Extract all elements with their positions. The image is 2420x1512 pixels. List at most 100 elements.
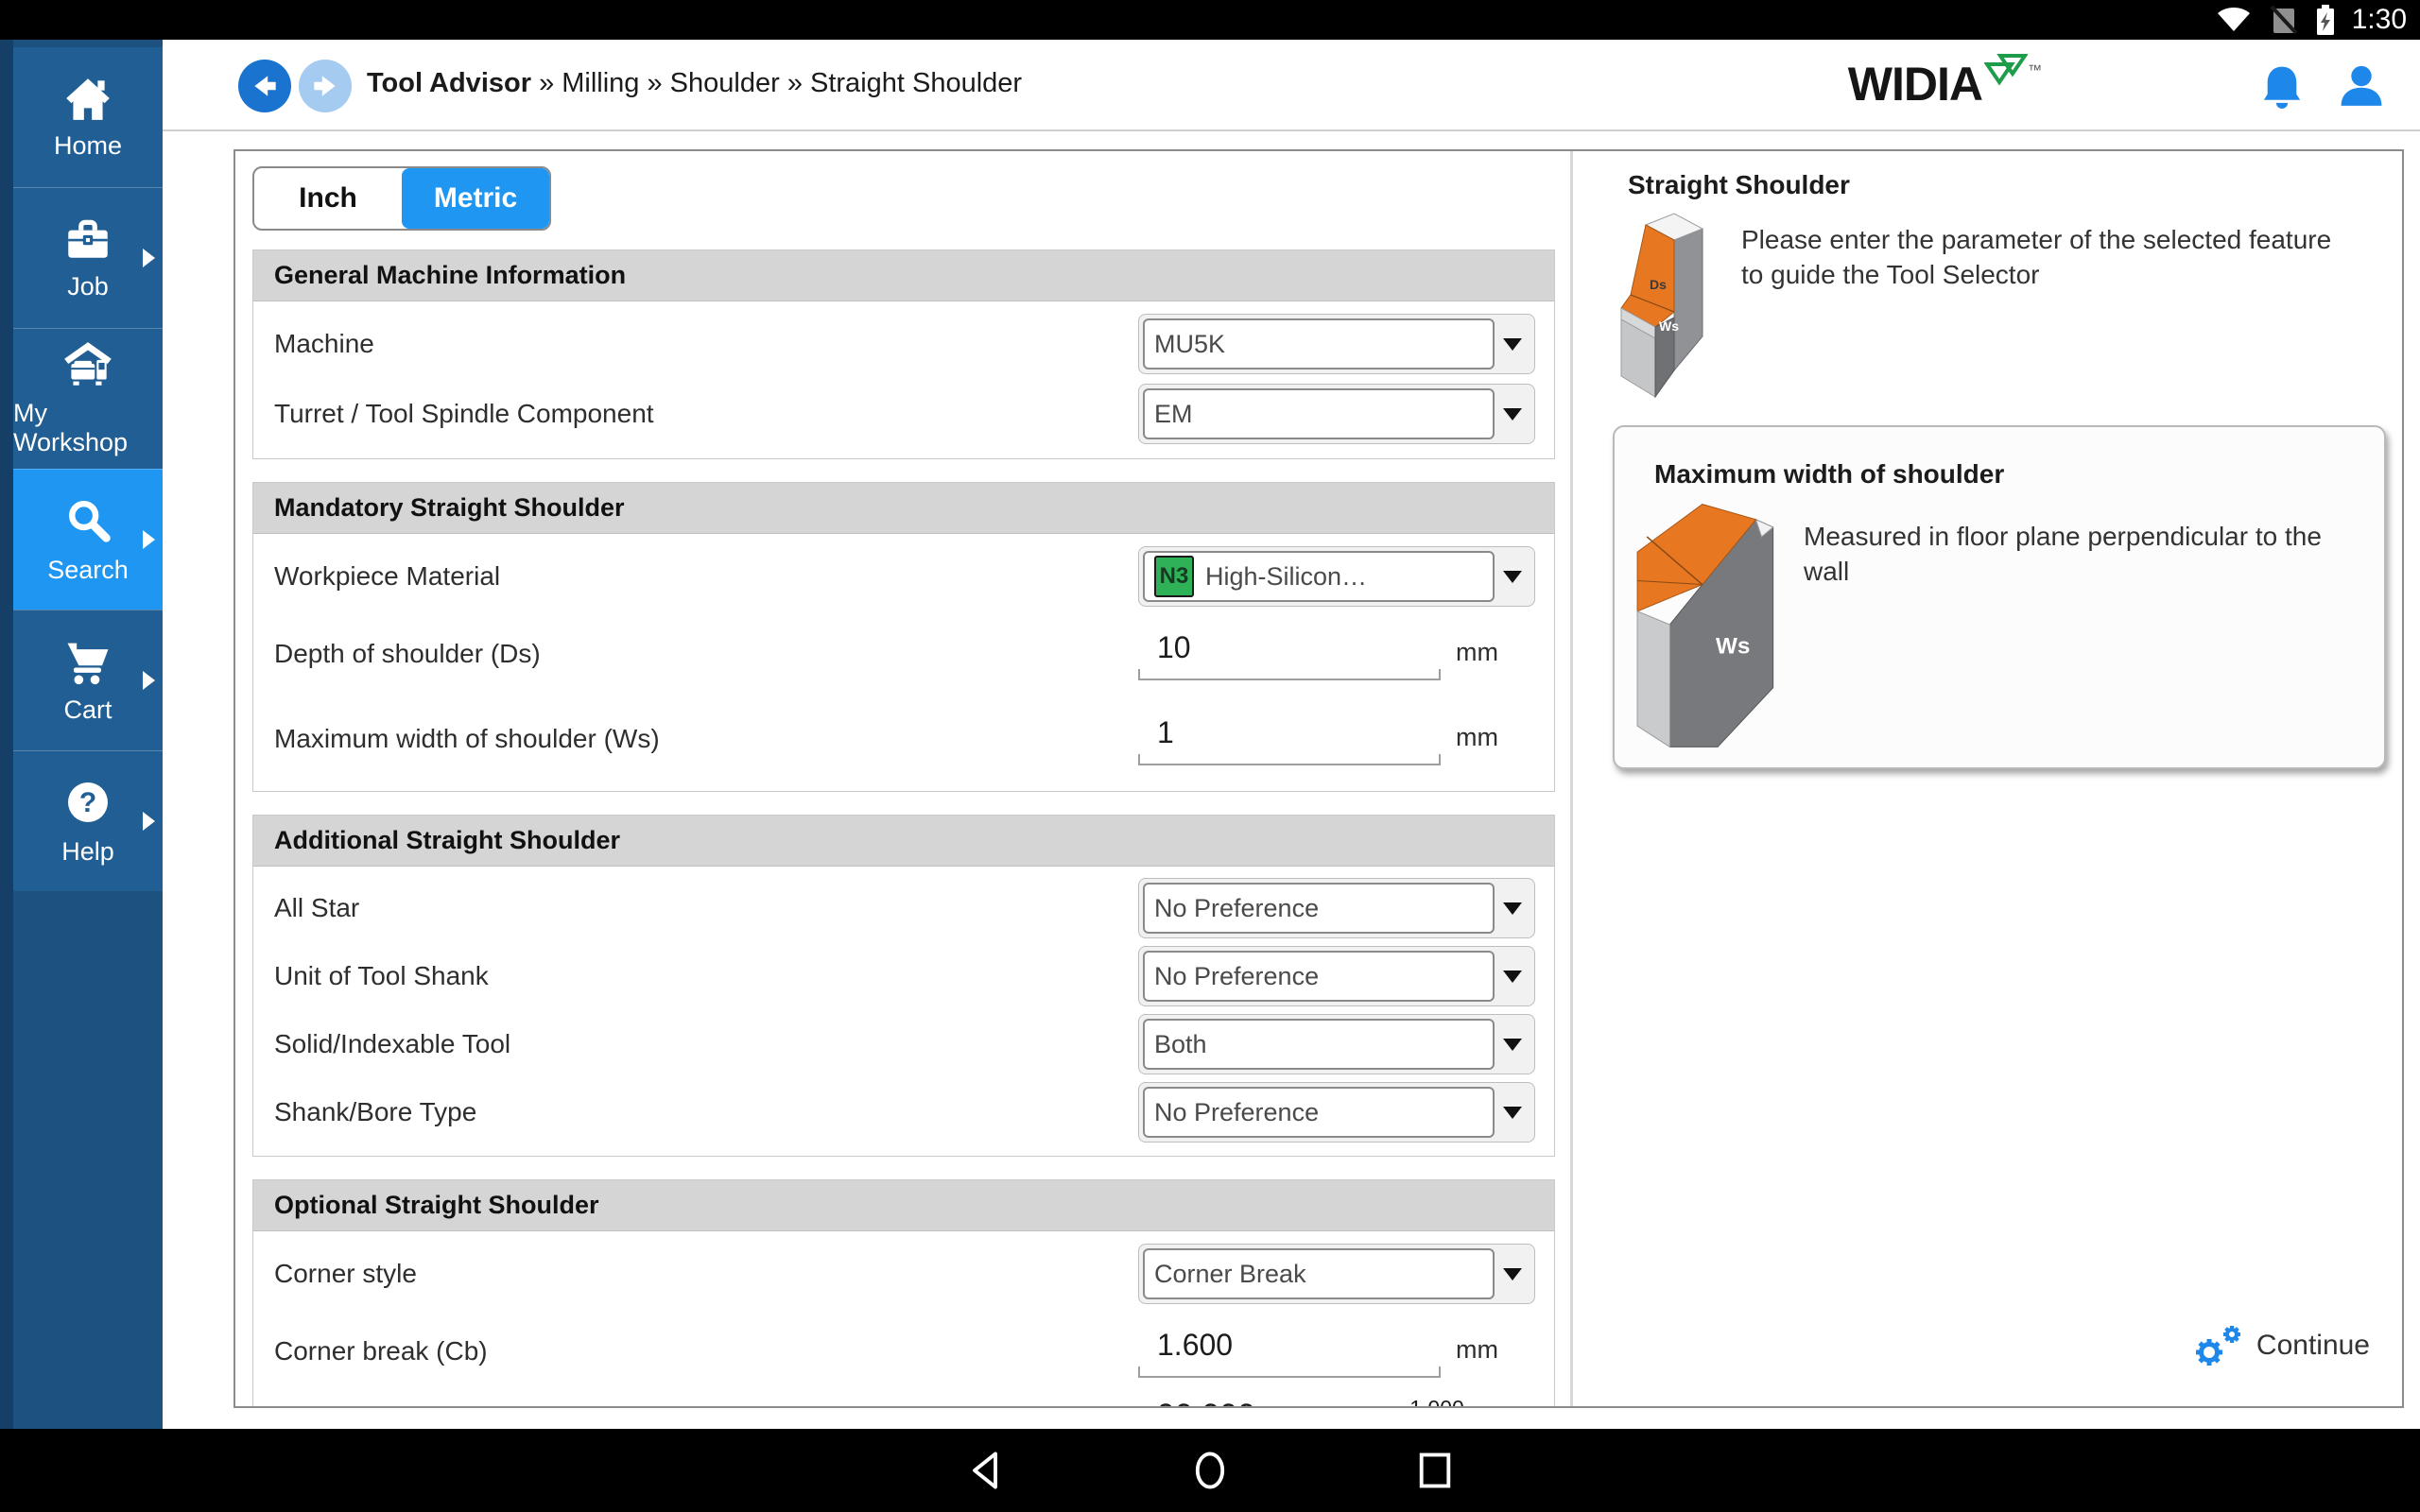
select-value-box: No Preference xyxy=(1143,1087,1495,1138)
machine-select[interactable]: MU5K xyxy=(1138,314,1535,374)
select-value: Corner Break xyxy=(1154,1260,1306,1289)
all-star-select[interactable]: No Preference xyxy=(1138,878,1535,938)
max-width-of-shoulder-input[interactable]: 1 xyxy=(1138,713,1441,765)
select-value: MU5K xyxy=(1154,330,1225,359)
continue-button[interactable]: Continue xyxy=(2185,1321,2376,1370)
units-toggle-metric[interactable]: Metric xyxy=(402,168,549,229)
select-value-box: MU5K xyxy=(1143,318,1495,369)
widia-logo-text: WIDIA xyxy=(1848,57,1982,112)
material-group-badge: N3 xyxy=(1154,556,1194,597)
android-navigation-bar xyxy=(0,1429,2420,1512)
sidebar-item-help[interactable]: ? Help xyxy=(13,750,163,891)
input-value: 1.600 xyxy=(1138,1326,1441,1366)
battery-charging-icon xyxy=(2314,3,2337,37)
input-value: 1 xyxy=(1138,713,1441,754)
sidebar-item-my-workshop[interactable]: My Workshop xyxy=(13,328,163,469)
section-mandatory-straight-shoulder: Mandatory Straight Shoulder Workpiece Ma… xyxy=(252,482,1555,792)
sidebar-item-cart[interactable]: Cart xyxy=(13,610,163,750)
nav-home-icon[interactable] xyxy=(1191,1450,1229,1491)
form-row-corner-style: Corner style Corner Break xyxy=(274,1239,1535,1309)
form-row-turret: Turret / Tool Spindle Component EM xyxy=(274,379,1535,449)
units-toggle: Inch Metric xyxy=(252,166,551,231)
corner-break-input[interactable]: 1.600 xyxy=(1138,1326,1441,1378)
sidebar-item-label: Help xyxy=(61,837,114,867)
input-underline xyxy=(1138,1366,1441,1378)
shank-bore-type-select[interactable]: No Preference xyxy=(1138,1082,1535,1143)
select-value: No Preference xyxy=(1154,962,1319,991)
field-label: Shank/Bore Type xyxy=(274,1097,476,1127)
form-row-shank-bore-type: Shank/Bore Type No Preference xyxy=(274,1078,1535,1146)
select-value-box: EM xyxy=(1143,388,1495,439)
nav-back-icon[interactable] xyxy=(966,1450,1004,1491)
section-optional-straight-shoulder: Optional Straight Shoulder Corner style … xyxy=(252,1179,1555,1406)
sidebar-item-search[interactable]: Search xyxy=(13,469,163,610)
trademark-symbol: ™ xyxy=(2028,62,2042,78)
field-label: Turret / Tool Spindle Component xyxy=(274,399,654,429)
turret-select[interactable]: EM xyxy=(1138,384,1535,444)
dropdown-arrow-icon xyxy=(1495,408,1530,421)
form-row-angle-of-wall: Angle of wall (Aw) 90.000 1.000 -1.000 xyxy=(274,1394,1535,1406)
number-control: 10 mm xyxy=(1138,628,1535,680)
cart-icon xyxy=(60,637,115,686)
max-width-diagram-label: Ws xyxy=(1659,318,1679,334)
breadcrumb-root[interactable]: Tool Advisor xyxy=(367,68,531,98)
depth-of-shoulder-diagram-label: Ds xyxy=(1650,277,1667,292)
select-value: No Preference xyxy=(1154,894,1319,923)
solid-indexable-tool-select[interactable]: Both xyxy=(1138,1014,1535,1074)
gears-icon xyxy=(2190,1322,2245,1369)
chevron-right-icon xyxy=(143,530,155,549)
unit-of-tool-shank-select[interactable]: No Preference xyxy=(1138,946,1535,1006)
back-button[interactable] xyxy=(238,60,291,112)
section-header: Additional Straight Shoulder xyxy=(253,816,1554,867)
corner-style-select[interactable]: Corner Break xyxy=(1138,1244,1535,1304)
info-panel-title: Straight Shoulder xyxy=(1628,170,1850,200)
account-button[interactable] xyxy=(2337,62,2386,112)
status-bar: 1:30 xyxy=(0,0,2420,40)
angle-of-wall-input[interactable]: 90.000 xyxy=(1138,1396,1327,1406)
section-header: Optional Straight Shoulder xyxy=(253,1180,1554,1231)
sidebar-items: Home Job My Wo xyxy=(13,47,163,891)
input-underline xyxy=(1138,669,1441,680)
input-underline xyxy=(1138,754,1441,765)
field-label: Maximum width of shoulder (Ws) xyxy=(274,724,660,754)
select-value: No Preference xyxy=(1154,1098,1319,1127)
section-body: Corner style Corner Break Corner break (… xyxy=(253,1231,1554,1406)
sidebar-item-label: Cart xyxy=(63,696,112,725)
workpiece-material-select[interactable]: N3 High-Silicon… xyxy=(1138,546,1535,607)
sidebar-item-label: My Workshop xyxy=(13,399,163,457)
dropdown-arrow-icon xyxy=(1495,971,1530,983)
chevron-right-icon xyxy=(143,671,155,690)
depth-of-shoulder-input[interactable]: 10 xyxy=(1138,628,1441,680)
section-header: General Machine Information xyxy=(253,250,1554,301)
select-value-box: N3 High-Silicon… xyxy=(1143,551,1495,602)
sidebar-item-label: Job xyxy=(67,272,109,301)
form-row-all-star: All Star No Preference xyxy=(274,874,1535,942)
select-value-box: No Preference xyxy=(1143,951,1495,1002)
search-icon xyxy=(60,495,115,546)
select-value-box: Both xyxy=(1143,1019,1495,1070)
units-toggle-inch[interactable]: Inch xyxy=(254,168,402,229)
chevron-right-icon xyxy=(143,812,155,831)
unit-label: mm xyxy=(1456,1335,1498,1365)
dropdown-arrow-icon xyxy=(1495,1039,1530,1051)
sidebar-item-job[interactable]: Job xyxy=(13,187,163,328)
clock: 1:30 xyxy=(2352,4,2407,36)
tolerance-group: 1.000 -1.000 xyxy=(1352,1396,1522,1406)
tolerance-plus-input[interactable]: 1.000 xyxy=(1352,1396,1522,1406)
form-row-machine: Machine MU5K xyxy=(274,309,1535,379)
form-row-unit-of-tool-shank: Unit of Tool Shank No Preference xyxy=(274,942,1535,1010)
bell-icon xyxy=(2257,62,2307,112)
section-general-machine-information: General Machine Information Machine MU5K… xyxy=(252,249,1555,459)
field-label: Corner break (Cb) xyxy=(274,1336,488,1366)
notifications-button[interactable] xyxy=(2257,62,2307,112)
parameter-form: Inch Metric General Machine Information … xyxy=(235,151,1573,1406)
chevron-right-icon xyxy=(143,249,155,267)
forward-button[interactable] xyxy=(299,60,352,112)
sidebar-item-home[interactable]: Home xyxy=(13,47,163,187)
field-label: Workpiece Material xyxy=(274,561,500,592)
nav-recents-icon[interactable] xyxy=(1416,1450,1454,1491)
dropdown-arrow-icon xyxy=(1495,1268,1530,1280)
widia-logo: WIDIA ™ xyxy=(1848,57,2042,112)
straight-shoulder-diagram: Ds Ws xyxy=(1613,212,1737,401)
field-label: Machine xyxy=(274,329,374,359)
